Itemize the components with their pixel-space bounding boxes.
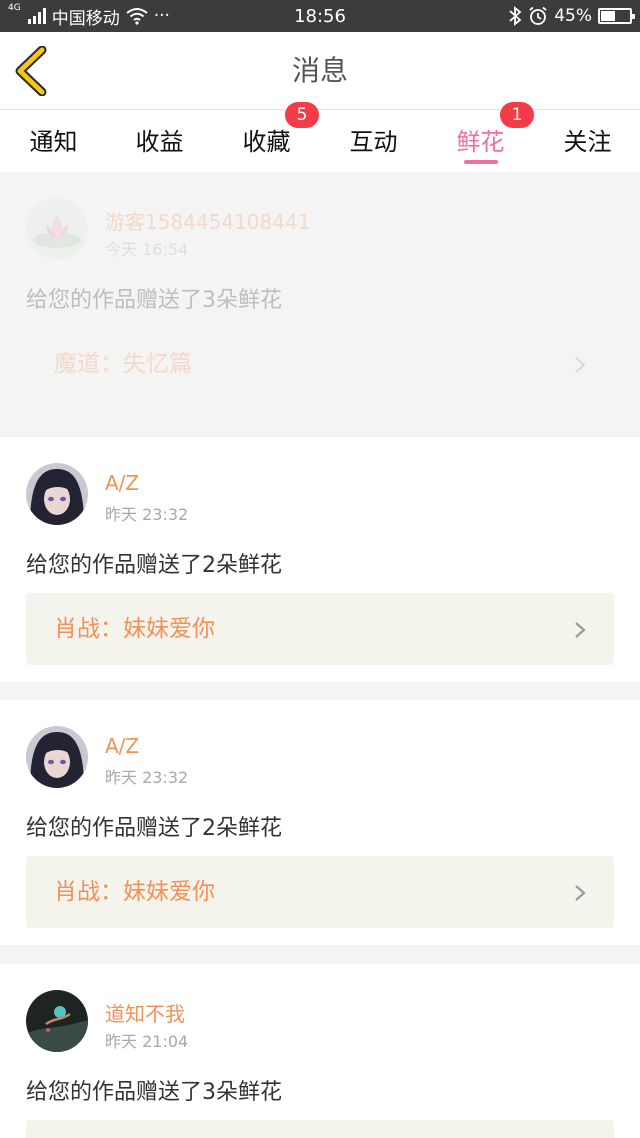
tab-label: 收藏 <box>242 128 291 156</box>
alarm-icon <box>529 6 547 25</box>
message-time: 昨天 23:32 <box>105 505 189 524</box>
work-title: 肖战：妹妹爱你 <box>54 616 215 642</box>
work-link[interactable] <box>26 1120 614 1138</box>
work-title: 肖战：妹妹爱你 <box>54 879 215 905</box>
bluetooth-icon <box>509 6 522 26</box>
battery-percent: 45% <box>554 6 592 26</box>
tab-label: 通知 <box>29 128 78 156</box>
message-time: 昨天 23:32 <box>105 768 189 787</box>
work-link[interactable]: 肖战：妹妹爱你 <box>26 856 614 928</box>
network-type: 4G <box>8 2 21 13</box>
message-text: 给您的作品赠送了2朵鲜花 <box>26 553 282 578</box>
tab-notice[interactable]: 通知 <box>0 110 107 172</box>
carrier-name: 中国移动 <box>51 8 120 29</box>
signal-icon <box>27 8 46 24</box>
avatar[interactable] <box>26 726 88 788</box>
sender-name[interactable]: 道知不我 <box>105 998 185 1027</box>
sender-name[interactable]: A/Z <box>105 734 139 758</box>
tab-label: 鲜花 <box>456 128 505 156</box>
message-time: 今天 16:54 <box>105 240 189 259</box>
favorites-badge: 5 <box>285 102 319 128</box>
tab-flowers[interactable]: 鲜花 1 <box>427 102 534 172</box>
work-link[interactable]: 肖战：妹妹爱你 <box>26 593 614 665</box>
more-indicator: ··· <box>153 6 170 26</box>
wifi-icon <box>126 8 148 25</box>
tab-follow[interactable]: 关注 <box>534 110 640 172</box>
message-text: 给您的作品赠送了3朵鲜花 <box>26 288 282 313</box>
avatar[interactable] <box>26 990 88 1052</box>
message-item: A/Z 昨天 23:32 给您的作品赠送了2朵鲜花 肖战：妹妹爱你 <box>0 437 640 682</box>
tab-label: 互动 <box>349 128 398 156</box>
tab-label: 关注 <box>563 128 612 156</box>
sender-name[interactable]: 游客1584454108441 <box>105 206 310 235</box>
message-item: 游客1584454108441 今天 16:54 给您的作品赠送了3朵鲜花 魔道… <box>0 172 640 436</box>
message-text: 给您的作品赠送了3朵鲜花 <box>26 1080 282 1105</box>
tab-favorites[interactable]: 收藏 5 <box>213 102 320 172</box>
chevron-right-icon <box>575 622 586 638</box>
chevron-right-icon <box>575 885 586 901</box>
message-item: A/Z 昨天 23:32 给您的作品赠送了2朵鲜花 肖战：妹妹爱你 <box>0 700 640 945</box>
work-link[interactable]: 魔道：失忆篇 <box>26 328 614 400</box>
status-left: 4G 中国移动 ··· <box>8 2 170 29</box>
active-tab-indicator <box>463 160 498 164</box>
sender-name[interactable]: A/Z <box>105 471 139 495</box>
message-time: 昨天 21:04 <box>105 1032 189 1051</box>
battery-icon <box>598 8 635 24</box>
tab-earnings[interactable]: 收益 <box>106 110 213 172</box>
tab-interactions[interactable]: 互动 <box>320 110 427 172</box>
status-bar: 4G 中国移动 ··· 18:56 45% <box>0 0 640 32</box>
nav-bar: 消息 <box>0 32 640 110</box>
avatar[interactable] <box>26 198 88 260</box>
flowers-badge: 1 <box>500 102 534 128</box>
page-title: 消息 <box>291 54 348 87</box>
tab-bar: 通知 收益 收藏 5 互动 鲜花 1 关注 <box>0 102 640 172</box>
message-item: 道知不我 昨天 21:04 给您的作品赠送了3朵鲜花 <box>0 964 640 1138</box>
status-right: 45% <box>508 6 635 26</box>
work-title: 魔道：失忆篇 <box>54 351 192 377</box>
message-text: 给您的作品赠送了2朵鲜花 <box>26 816 282 841</box>
chevron-right-icon <box>575 357 586 373</box>
avatar[interactable] <box>26 463 88 525</box>
tab-label: 收益 <box>135 128 184 156</box>
